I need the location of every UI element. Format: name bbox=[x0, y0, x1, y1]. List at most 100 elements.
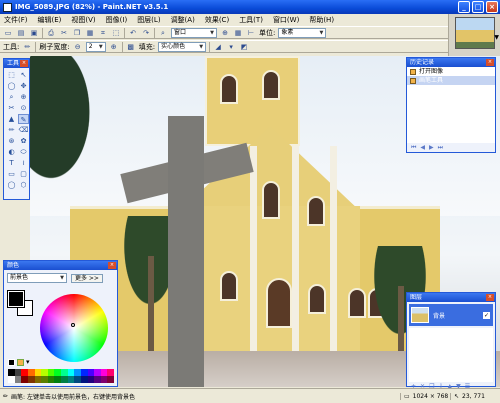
menu-help[interactable]: 帮助(H) bbox=[309, 15, 334, 25]
menu-view[interactable]: 视图(V) bbox=[71, 15, 95, 25]
palette-swatch[interactable] bbox=[100, 369, 108, 376]
palette-swatch[interactable] bbox=[74, 376, 81, 383]
fast-forward-icon[interactable]: ⏭ bbox=[438, 144, 443, 152]
paste-icon[interactable]: ▦ bbox=[85, 28, 95, 38]
grid-icon[interactable]: ▦ bbox=[233, 28, 243, 38]
blend-mode-icon[interactable]: ▾ bbox=[226, 42, 236, 52]
menu-effects[interactable]: 效果(C) bbox=[205, 15, 229, 25]
palette-swatch[interactable] bbox=[41, 376, 48, 383]
palette-swatch[interactable] bbox=[27, 369, 35, 376]
new-file-icon[interactable]: ▭ bbox=[3, 28, 13, 38]
palette-swatch[interactable] bbox=[61, 376, 68, 383]
crop-icon[interactable]: ⌗ bbox=[98, 28, 108, 38]
reset-colors-icon[interactable] bbox=[8, 358, 15, 366]
brush-tool-icon[interactable]: ✏ bbox=[22, 42, 32, 52]
rewind-icon[interactable]: ⏮ bbox=[411, 144, 416, 152]
menu-file[interactable]: 文件(F) bbox=[4, 15, 28, 25]
ruler-icon[interactable]: ⊢ bbox=[246, 28, 256, 38]
copy-icon[interactable]: ❐ bbox=[72, 28, 82, 38]
close-icon[interactable]: × bbox=[486, 59, 494, 66]
image-thumbnail[interactable] bbox=[455, 17, 495, 49]
palette-swatch[interactable] bbox=[47, 376, 55, 383]
ellipse-icon[interactable]: ◯ bbox=[6, 180, 17, 190]
freeform-shape-icon[interactable]: ⬡ bbox=[18, 180, 29, 190]
history-panel-header[interactable]: 历史记录 × bbox=[407, 58, 495, 67]
chevron-down-icon[interactable]: ▼ bbox=[494, 34, 499, 41]
history-item[interactable]: 打开图像 bbox=[407, 67, 495, 76]
swap-colors-icon[interactable] bbox=[17, 358, 24, 366]
chevron-down-icon[interactable]: ▾ bbox=[26, 358, 30, 366]
palette-swatch[interactable] bbox=[8, 369, 15, 376]
recolor-icon[interactable]: ✿ bbox=[18, 136, 29, 146]
eraser-icon[interactable]: ⌫ bbox=[18, 125, 29, 135]
text-icon[interactable]: T bbox=[6, 158, 17, 168]
layer-visibility-checkbox[interactable]: ✓ bbox=[483, 311, 490, 319]
close-icon[interactable]: × bbox=[20, 60, 28, 67]
move-icon[interactable]: ✥ bbox=[18, 81, 29, 91]
print-icon[interactable]: ⎙ bbox=[46, 28, 56, 38]
palette-swatch[interactable] bbox=[34, 369, 42, 376]
palette-swatch[interactable] bbox=[87, 369, 95, 376]
fill-select[interactable]: 实心颜色 ▼ bbox=[158, 41, 207, 52]
zoom-select[interactable]: 窗口 ▼ bbox=[171, 27, 217, 38]
tools-panel-header[interactable]: 工具 × bbox=[4, 59, 29, 68]
color-picker-icon[interactable]: ◐ bbox=[6, 147, 17, 157]
paintbrush-icon[interactable]: ✎ bbox=[18, 114, 29, 124]
palette-swatch[interactable] bbox=[21, 369, 28, 376]
color-mode-select[interactable]: 前景色 ▼ bbox=[7, 273, 67, 283]
palette-swatch[interactable] bbox=[47, 369, 55, 376]
zoom-tool-icon[interactable]: ⌕ bbox=[6, 92, 17, 102]
palette-swatch[interactable] bbox=[80, 369, 88, 376]
minus-icon[interactable]: ⊖ bbox=[73, 42, 83, 52]
palette-swatch[interactable] bbox=[107, 369, 114, 376]
cut-icon[interactable]: ✂ bbox=[59, 28, 69, 38]
paint-bucket-icon[interactable]: ⊙ bbox=[18, 103, 29, 113]
save-icon[interactable]: ▣ bbox=[29, 28, 39, 38]
clone-stamp-icon[interactable]: ⊛ bbox=[6, 136, 17, 146]
freeform-icon[interactable]: ≀ bbox=[18, 158, 29, 168]
menu-edit[interactable]: 编辑(E) bbox=[38, 15, 62, 25]
menu-adjustments[interactable]: 调整(A) bbox=[171, 15, 195, 25]
move-selection-icon[interactable]: ↖ bbox=[18, 70, 29, 80]
palette-swatch[interactable] bbox=[27, 376, 35, 383]
alpha-icon[interactable]: ◩ bbox=[239, 42, 249, 52]
lasso-select-icon[interactable]: ◯ bbox=[6, 81, 17, 91]
palette-swatch[interactable] bbox=[100, 376, 108, 383]
units-select[interactable]: 象素 ▼ bbox=[278, 27, 327, 38]
palette-swatch[interactable] bbox=[54, 369, 61, 376]
layer-row[interactable]: 背景 ✓ bbox=[409, 304, 493, 326]
rounded-rectangle-icon[interactable]: ▢ bbox=[18, 169, 29, 179]
open-file-icon[interactable]: ▤ bbox=[16, 28, 26, 38]
palette-swatch[interactable] bbox=[67, 369, 75, 376]
plus-icon[interactable]: ⊕ bbox=[109, 42, 119, 52]
close-icon[interactable]: × bbox=[486, 294, 494, 301]
antialias-icon[interactable]: ◢ bbox=[213, 42, 223, 52]
palette-swatch[interactable] bbox=[94, 376, 101, 383]
colors-panel-header[interactable]: 颜色 × bbox=[4, 261, 117, 270]
magic-wand-icon[interactable]: ⊕ bbox=[18, 92, 29, 102]
palette-swatch[interactable] bbox=[94, 369, 101, 376]
primary-color-swatch[interactable] bbox=[7, 290, 25, 308]
palette-swatch[interactable] bbox=[34, 376, 42, 383]
color-wheel-cursor[interactable] bbox=[71, 323, 75, 327]
pan-icon[interactable]: ✂ bbox=[6, 103, 17, 113]
redo-icon[interactable]: ▶ bbox=[429, 144, 434, 151]
layers-panel-header[interactable]: 图层 × bbox=[407, 293, 495, 302]
color-wheel[interactable] bbox=[40, 294, 108, 362]
history-item[interactable]: 画笔工具 bbox=[407, 76, 495, 85]
palette-swatch[interactable] bbox=[21, 376, 28, 383]
redo-icon[interactable]: ↷ bbox=[141, 28, 151, 38]
palette-swatch[interactable] bbox=[80, 376, 88, 383]
brush-width-input[interactable]: 2 ▼ bbox=[85, 41, 106, 52]
deselect-icon[interactable]: ⬚ bbox=[111, 28, 121, 38]
undo-icon[interactable]: ◀ bbox=[420, 144, 425, 151]
close-button[interactable]: × bbox=[486, 1, 498, 13]
palette-swatch[interactable] bbox=[61, 369, 68, 376]
pencil-icon[interactable]: ✏ bbox=[6, 125, 17, 135]
fill-icon[interactable]: ▩ bbox=[126, 42, 136, 52]
rectangle-select-icon[interactable]: ⬚ bbox=[6, 70, 17, 80]
palette-swatch[interactable] bbox=[67, 376, 75, 383]
zoom-in-icon[interactable]: ⊕ bbox=[220, 28, 230, 38]
palette-swatch[interactable] bbox=[74, 369, 81, 376]
menu-window[interactable]: 窗口(W) bbox=[273, 15, 299, 25]
